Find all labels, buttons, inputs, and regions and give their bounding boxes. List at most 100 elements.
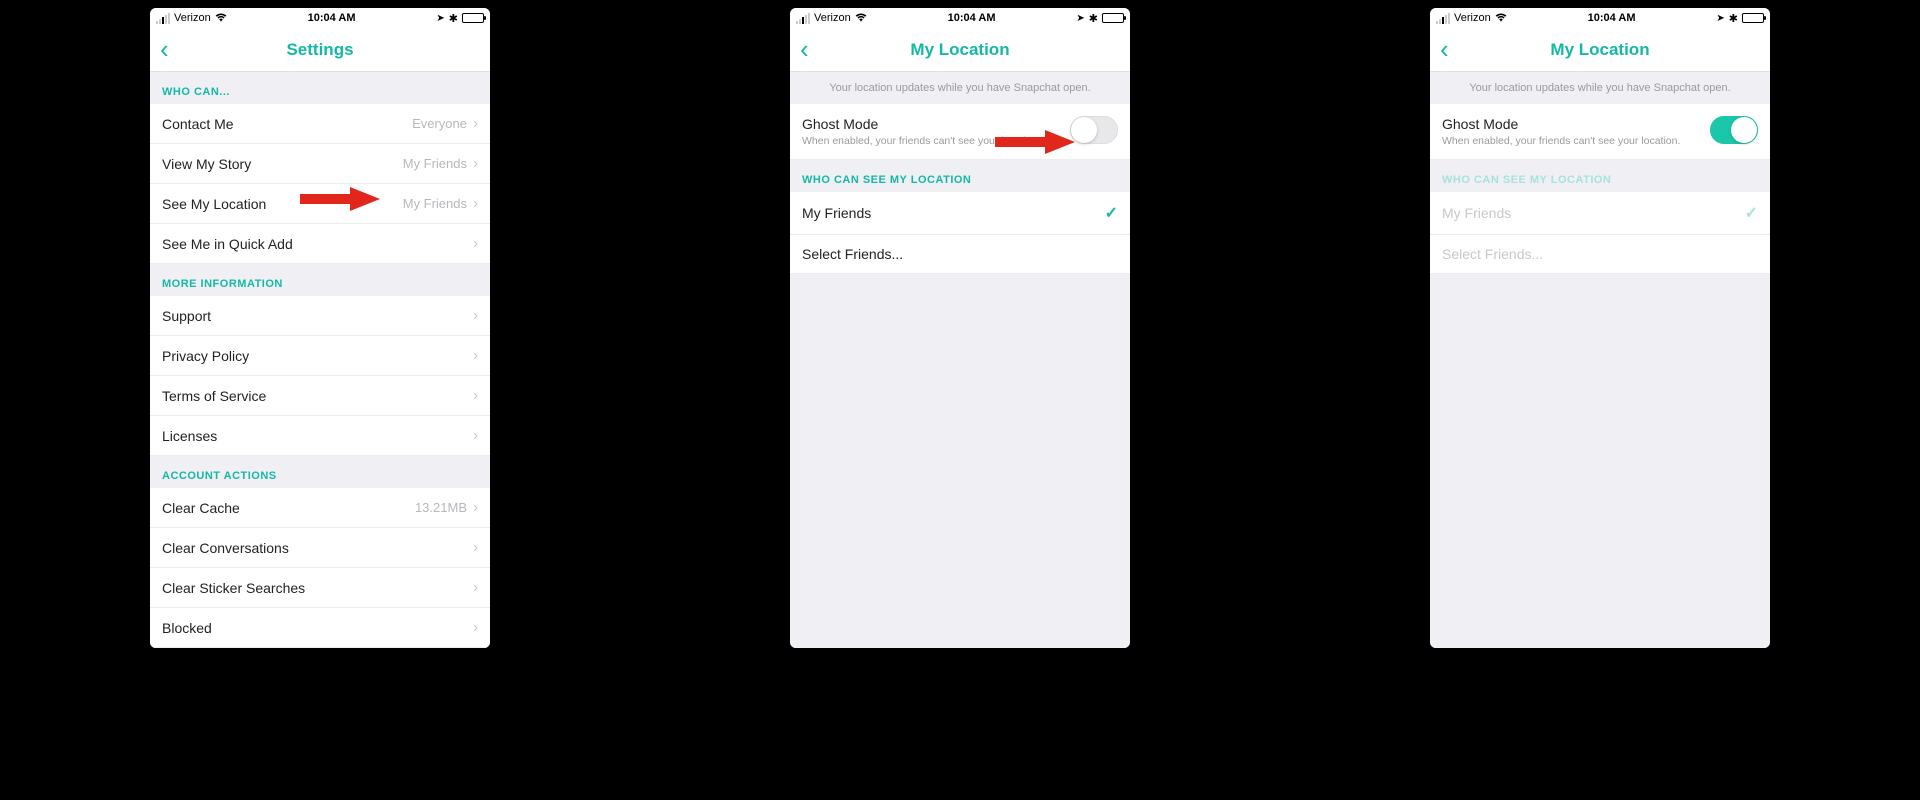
- back-button[interactable]: ‹: [1440, 28, 1449, 71]
- section-header-more-info: MORE INFORMATION: [150, 264, 490, 296]
- clock: 10:04 AM: [948, 12, 996, 24]
- row-label: Clear Conversations: [162, 540, 473, 556]
- ghost-mode-sub: When enabled, your friends can't see you…: [802, 135, 1070, 147]
- row-label: Support: [162, 308, 473, 324]
- phone-settings: Verizon 10:04 AM ➤ ✱ ‹ Settings WHO CAN.…: [150, 8, 490, 648]
- signal-icon: [796, 13, 810, 24]
- signal-icon: [1436, 13, 1450, 24]
- wifi-icon: [215, 13, 227, 23]
- hint-text: Your location updates while you have Sna…: [790, 72, 1130, 104]
- row-clear-stickers[interactable]: Clear Sticker Searches ›: [150, 568, 490, 608]
- chevron-right-icon: ›: [473, 155, 478, 172]
- row-value: My Friends: [403, 196, 467, 211]
- row-label: Contact Me: [162, 116, 412, 132]
- row-privacy-policy[interactable]: Privacy Policy ›: [150, 336, 490, 376]
- option-label: My Friends: [1442, 205, 1745, 221]
- battery-icon: [462, 13, 484, 23]
- row-contact-me[interactable]: Contact Me Everyone ›: [150, 104, 490, 144]
- row-label: Blocked: [162, 620, 473, 636]
- wifi-icon: [855, 13, 867, 23]
- chevron-right-icon: ›: [473, 235, 478, 252]
- row-value: My Friends: [403, 156, 467, 171]
- location-services-icon: ➤: [436, 13, 444, 24]
- status-bar: Verizon 10:04 AM ➤ ✱: [150, 8, 490, 28]
- chevron-right-icon: ›: [473, 619, 478, 636]
- bluetooth-icon: ✱: [1089, 12, 1098, 25]
- check-icon: ✓: [1105, 203, 1118, 223]
- section-header-who-can: WHO CAN...: [150, 72, 490, 104]
- option-label: My Friends: [802, 205, 1105, 221]
- carrier-label: Verizon: [1454, 12, 1491, 24]
- bluetooth-icon: ✱: [1729, 12, 1738, 25]
- row-label: See Me in Quick Add: [162, 236, 473, 252]
- row-quick-add[interactable]: See Me in Quick Add ›: [150, 224, 490, 264]
- row-support[interactable]: Support ›: [150, 296, 490, 336]
- signal-icon: [156, 13, 170, 24]
- option-label: Select Friends...: [802, 246, 1118, 262]
- clock: 10:04 AM: [308, 12, 356, 24]
- page-title: Settings: [286, 40, 353, 60]
- row-value: Everyone: [412, 116, 467, 131]
- row-view-my-story[interactable]: View My Story My Friends ›: [150, 144, 490, 184]
- chevron-right-icon: ›: [473, 347, 478, 364]
- row-ghost-mode[interactable]: Ghost Mode When enabled, your friends ca…: [1430, 104, 1770, 160]
- ghost-mode-toggle[interactable]: [1070, 116, 1118, 144]
- check-icon: ✓: [1745, 203, 1758, 223]
- row-value: 13.21MB: [415, 500, 467, 515]
- row-my-friends: My Friends ✓: [1430, 192, 1770, 235]
- row-terms[interactable]: Terms of Service ›: [150, 376, 490, 416]
- carrier-label: Verizon: [814, 12, 851, 24]
- hint-text: Your location updates while you have Sna…: [1430, 72, 1770, 104]
- row-clear-cache[interactable]: Clear Cache 13.21MB ›: [150, 488, 490, 528]
- status-bar: Verizon 10:04 AM ➤ ✱: [1430, 8, 1770, 28]
- location-services-icon: ➤: [1076, 13, 1084, 24]
- chevron-right-icon: ›: [473, 195, 478, 212]
- row-select-friends: Select Friends...: [1430, 235, 1770, 274]
- row-blocked[interactable]: Blocked ›: [150, 608, 490, 648]
- back-button[interactable]: ‹: [160, 28, 169, 71]
- ghost-mode-sub: When enabled, your friends can't see you…: [1442, 135, 1710, 147]
- section-header-who-can-see: WHO CAN SEE MY LOCATION: [790, 160, 1130, 192]
- bluetooth-icon: ✱: [449, 12, 458, 25]
- chevron-right-icon: ›: [473, 539, 478, 556]
- navbar: ‹ My Location: [790, 28, 1130, 72]
- section-header-who-can-see: WHO CAN SEE MY LOCATION: [1430, 160, 1770, 192]
- row-ghost-mode[interactable]: Ghost Mode When enabled, your friends ca…: [790, 104, 1130, 160]
- chevron-right-icon: ›: [473, 499, 478, 516]
- battery-icon: [1102, 13, 1124, 23]
- chevron-right-icon: ›: [473, 579, 478, 596]
- back-button[interactable]: ‹: [800, 28, 809, 71]
- settings-list[interactable]: WHO CAN... Contact Me Everyone › View My…: [150, 72, 490, 648]
- row-label: See My Location: [162, 196, 403, 212]
- row-label: Clear Sticker Searches: [162, 580, 473, 596]
- chevron-right-icon: ›: [473, 427, 478, 444]
- row-licenses[interactable]: Licenses ›: [150, 416, 490, 456]
- chevron-right-icon: ›: [473, 387, 478, 404]
- location-services-icon: ➤: [1716, 13, 1724, 24]
- ghost-mode-toggle[interactable]: [1710, 116, 1758, 144]
- row-my-friends[interactable]: My Friends ✓: [790, 192, 1130, 235]
- row-label: Privacy Policy: [162, 348, 473, 364]
- row-clear-conversations[interactable]: Clear Conversations ›: [150, 528, 490, 568]
- phone-location-off: Verizon 10:04 AM ➤ ✱ ‹ My Location Your …: [790, 8, 1130, 648]
- row-label: Clear Cache: [162, 500, 415, 516]
- location-settings: Your location updates while you have Sna…: [790, 72, 1130, 648]
- chevron-right-icon: ›: [473, 307, 478, 324]
- option-label: Select Friends...: [1442, 246, 1758, 262]
- ghost-mode-label: Ghost Mode: [1442, 116, 1710, 132]
- section-header-account: ACCOUNT ACTIONS: [150, 456, 490, 488]
- row-label: View My Story: [162, 156, 403, 172]
- page-title: My Location: [1550, 40, 1649, 60]
- row-select-friends[interactable]: Select Friends...: [790, 235, 1130, 274]
- location-settings: Your location updates while you have Sna…: [1430, 72, 1770, 648]
- phone-location-on: Verizon 10:04 AM ➤ ✱ ‹ My Location Your …: [1430, 8, 1770, 648]
- chevron-right-icon: ›: [473, 115, 478, 132]
- page-title: My Location: [910, 40, 1009, 60]
- carrier-label: Verizon: [174, 12, 211, 24]
- row-see-my-location[interactable]: See My Location My Friends ›: [150, 184, 490, 224]
- status-bar: Verizon 10:04 AM ➤ ✱: [790, 8, 1130, 28]
- row-label: Terms of Service: [162, 388, 473, 404]
- battery-icon: [1742, 13, 1764, 23]
- navbar: ‹ Settings: [150, 28, 490, 72]
- row-label: Licenses: [162, 428, 473, 444]
